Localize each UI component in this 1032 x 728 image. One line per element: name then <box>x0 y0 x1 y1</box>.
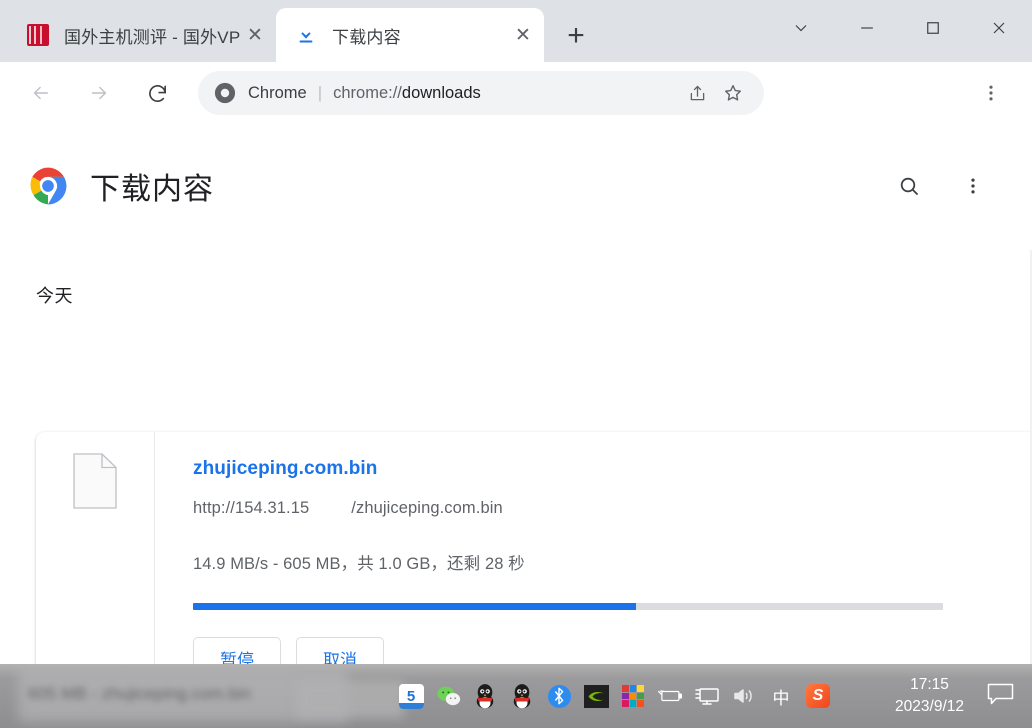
new-tab-button[interactable]: + <box>554 14 598 58</box>
omnibox-url-prefix: chrome:// <box>333 84 402 102</box>
download-file-icon-column <box>36 432 155 664</box>
nvidia-glyph <box>584 685 609 708</box>
display-icon[interactable] <box>694 683 720 709</box>
qq-second-icon[interactable] <box>509 683 535 709</box>
cancel-button[interactable]: 取消 <box>296 637 384 664</box>
page-menu-three-dot-icon[interactable] <box>956 169 990 203</box>
site-favicon-red <box>26 23 50 47</box>
chrome-logo <box>28 166 68 206</box>
download-item-card: zhujiceping.com.bin http://154.31.15/zhu… <box>36 432 1032 664</box>
taskbar-clock[interactable]: 17:15 2023/9/12 <box>895 664 964 728</box>
page-header-actions <box>892 169 1008 203</box>
clock-date: 2023/9/12 <box>895 696 964 718</box>
tab-downloads[interactable]: 下载内容 ✕ <box>276 8 544 62</box>
ime-chinese-icon[interactable]: 中 <box>768 683 794 709</box>
tab-title: 国外主机测评 - 国外VPS, <box>64 23 240 48</box>
generic-file-icon <box>73 453 117 509</box>
ime-glyph: 中 <box>769 684 793 708</box>
maximize-button[interactable] <box>900 5 966 51</box>
forward-button[interactable] <box>77 71 121 115</box>
star-icon[interactable] <box>718 78 748 108</box>
tab-title: 下载内容 <box>332 23 508 48</box>
color-grid-glyph <box>622 685 644 707</box>
wechat-icon[interactable] <box>435 683 461 709</box>
omnibox-url: chrome://downloads <box>333 84 676 103</box>
clock-time: 17:15 <box>910 674 949 696</box>
page-title: 下载内容 <box>90 164 214 208</box>
address-bar[interactable]: Chrome | chrome://downloads <box>198 71 764 115</box>
download-icon <box>294 23 318 47</box>
search-icon[interactable] <box>892 169 926 203</box>
download-progress-bar <box>193 603 943 610</box>
minimize-button[interactable] <box>834 5 900 51</box>
browser-menu-three-dot-icon[interactable] <box>969 71 1013 115</box>
browser-window: 国外主机测评 - 国外VPS, ✕ 下载内容 ✕ + <box>0 0 1032 664</box>
window-controls <box>768 0 1032 56</box>
bluetooth-icon[interactable] <box>546 683 572 709</box>
tab-strip: 国外主机测评 - 国外VPS, ✕ 下载内容 ✕ + <box>0 0 1032 62</box>
bluetooth-glyph <box>548 685 571 708</box>
downloads-page: 下载内容 今天 <box>0 124 1032 664</box>
download-url-right: /zhujiceping.com.bin <box>351 499 503 517</box>
download-shelf-ghost-button <box>296 680 404 718</box>
download-url-left: http://154.31.15 <box>193 499 309 517</box>
nvidia-icon[interactable] <box>583 683 609 709</box>
battery-icon[interactable] <box>657 683 683 709</box>
close-icon[interactable]: ✕ <box>508 20 538 50</box>
toolbar-right <box>962 71 1020 115</box>
tab-search-chevron-down-icon[interactable] <box>768 5 834 51</box>
pause-button[interactable]: 暂停 <box>193 637 281 664</box>
download-progress-fill <box>193 603 636 610</box>
sogou-glyph: S <box>806 684 830 708</box>
share-icon[interactable] <box>682 78 712 108</box>
downloads-date-section-label: 今天 <box>0 220 1032 308</box>
download-status-text: 14.9 MB/s - 605 MB，共 1.0 GB，还剩 28 秒 <box>193 550 1032 574</box>
omnibox-url-path: downloads <box>402 84 481 102</box>
omnibox-separator: | <box>318 83 322 103</box>
qq-icon[interactable] <box>472 683 498 709</box>
omnibox-chrome-label: Chrome <box>248 84 307 103</box>
windows-taskbar: 605 MB - zhujiceping.com.bin 5 <box>0 664 1032 728</box>
download-item-body: zhujiceping.com.bin http://154.31.15/zhu… <box>155 432 1032 664</box>
2345-browser-icon[interactable]: 5 <box>398 683 424 709</box>
volume-icon[interactable] <box>731 683 757 709</box>
tab-site[interactable]: 国外主机测评 - 国外VPS, ✕ <box>8 8 276 62</box>
download-source-url: http://154.31.15/zhujiceping.com.bin <box>193 499 1032 518</box>
close-icon[interactable]: ✕ <box>240 20 270 50</box>
close-window-button[interactable] <box>966 5 1032 51</box>
sogou-icon[interactable]: S <box>805 683 831 709</box>
2345-glyph: 5 <box>399 684 424 709</box>
download-shelf-ghost-text: 605 MB - zhujiceping.com.bin <box>28 684 251 704</box>
screen: 国外主机测评 - 国外VPS, ✕ 下载内容 ✕ + <box>0 0 1032 728</box>
browser-toolbar: Chrome | chrome://downloads <box>0 62 1032 124</box>
download-actions: 暂停 取消 <box>193 637 1032 664</box>
download-filename-link[interactable]: zhujiceping.com.bin <box>193 458 378 480</box>
chrome-product-icon <box>214 82 236 104</box>
reload-button[interactable] <box>135 71 179 115</box>
notification-icon[interactable] <box>987 683 1014 705</box>
downloads-header: 下载内容 <box>0 124 1032 220</box>
system-tray: 5 <box>398 664 831 728</box>
color-grid-icon[interactable] <box>620 683 646 709</box>
back-button[interactable] <box>19 71 63 115</box>
